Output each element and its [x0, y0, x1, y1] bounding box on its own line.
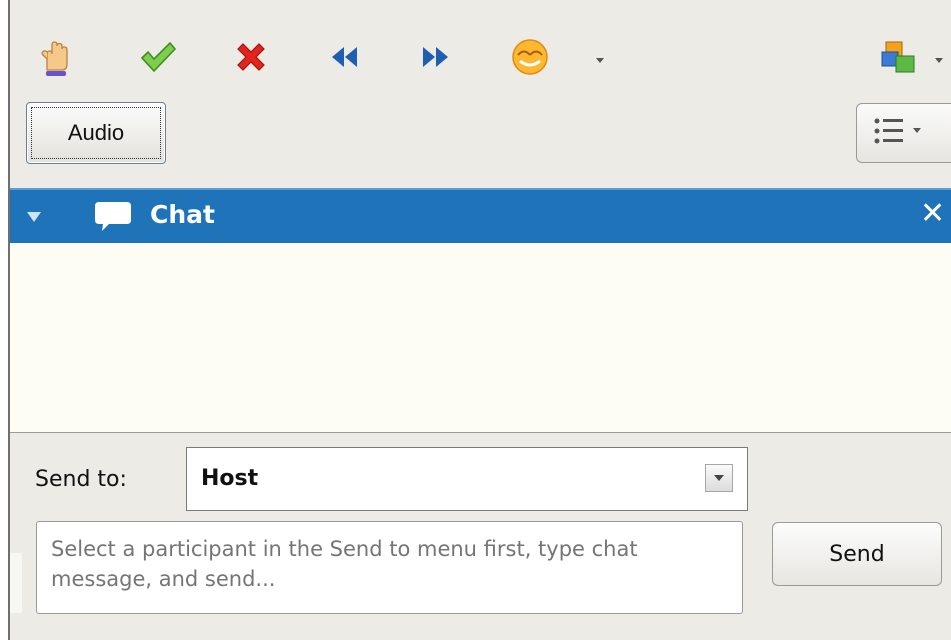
window-left-edge	[0, 0, 8, 640]
chat-message-area[interactable]	[10, 243, 951, 433]
send-controls: Send to: Host Send	[10, 433, 951, 640]
left-shade	[10, 553, 22, 613]
audio-button-label: Audio	[67, 120, 125, 145]
emoticon-icon[interactable]	[505, 32, 555, 82]
panel-options-button[interactable]	[856, 103, 951, 163]
fast-forward-icon[interactable]	[410, 32, 460, 82]
speech-bubble-icon	[95, 202, 131, 231]
rewind-icon[interactable]	[320, 32, 370, 82]
emoticon-dropdown-icon[interactable]	[596, 58, 604, 63]
reject-cross-icon[interactable]	[226, 32, 276, 82]
send-to-label: Send to:	[35, 467, 127, 492]
share-dropdown-icon[interactable]	[935, 58, 943, 63]
toolbar: Audio	[10, 0, 951, 188]
triangle-down-icon[interactable]	[27, 212, 41, 222]
meeting-chat-panel: Audio Chat ✕ Send to: Host Send	[10, 0, 951, 640]
close-icon[interactable]: ✕	[920, 196, 945, 231]
list-icon	[874, 118, 921, 144]
chevron-down-icon[interactable]	[705, 464, 733, 492]
raise-hand-icon[interactable]	[30, 32, 80, 82]
chat-message-input[interactable]	[36, 521, 743, 614]
chat-panel-title: Chat	[150, 200, 215, 229]
send-button[interactable]: Send	[772, 522, 942, 586]
send-to-selected-value: Host	[201, 466, 259, 491]
share-application-icon[interactable]	[874, 32, 924, 82]
audio-button[interactable]: Audio	[26, 102, 166, 164]
checkmark-icon[interactable]	[133, 32, 183, 82]
chat-panel-header[interactable]: Chat ✕	[10, 188, 951, 243]
send-to-dropdown[interactable]: Host	[186, 447, 748, 511]
